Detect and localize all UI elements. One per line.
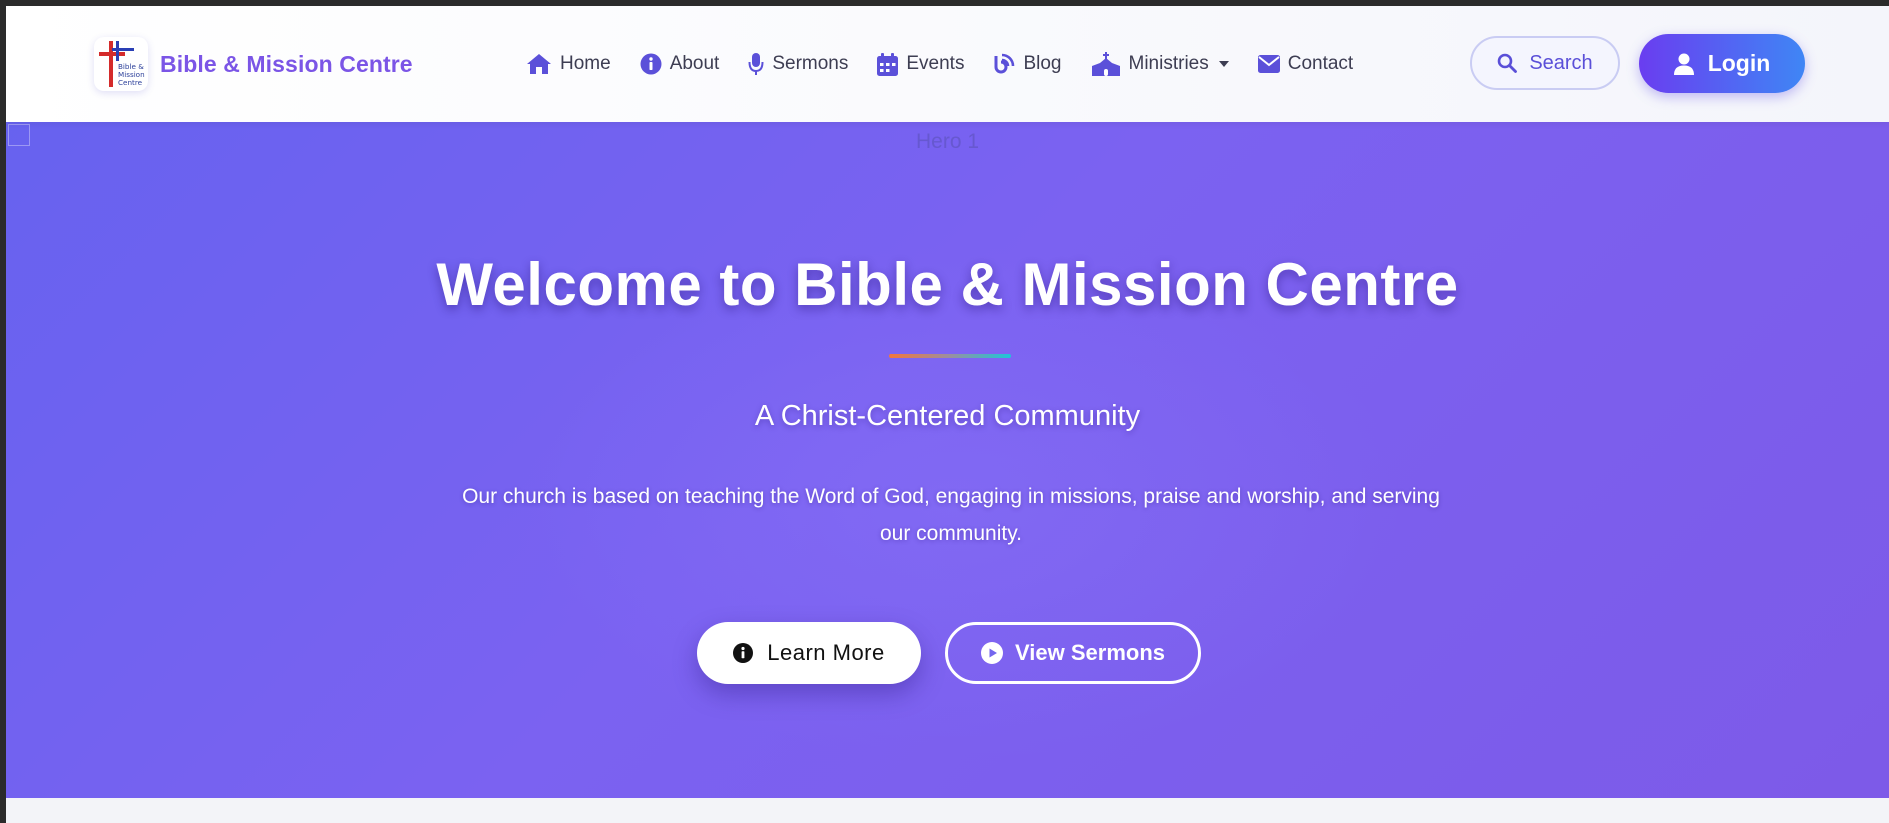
- play-circle-icon: [981, 642, 1003, 664]
- brand-link[interactable]: Bible & Mission Centre Bible & Mission C…: [94, 34, 413, 94]
- nav-item-blog[interactable]: Blog: [993, 53, 1062, 75]
- nav-label-about: About: [669, 53, 720, 74]
- nav-item-about[interactable]: About: [640, 53, 720, 75]
- brand-logo: Bible & Mission Centre: [94, 37, 148, 91]
- hero-section: Hero 1 Welcome to Bible & Mission Centre…: [6, 122, 1889, 798]
- hero-title: Welcome to Bible & Mission Centre: [436, 251, 1459, 318]
- nav-item-ministries[interactable]: Ministries: [1091, 52, 1229, 76]
- hero-divider: [889, 354, 1011, 358]
- nav-item-events[interactable]: Events: [877, 52, 965, 76]
- nav-label-sermons: Sermons: [772, 53, 849, 74]
- login-button[interactable]: Login: [1639, 34, 1805, 93]
- main-nav: Home About Sermons Events Blog Ministrie…: [526, 6, 1382, 122]
- info-circle-icon: [733, 643, 754, 663]
- hero-image-alt-text: Hero 1: [915, 130, 980, 153]
- navbar: Bible & Mission Centre Bible & Mission C…: [6, 6, 1889, 122]
- login-label: Login: [1707, 50, 1771, 76]
- nav-label-home: Home: [560, 53, 611, 74]
- nav-item-sermons[interactable]: Sermons: [748, 52, 848, 76]
- calendar-icon: [877, 52, 899, 76]
- learn-more-button[interactable]: Learn More: [697, 622, 921, 684]
- nav-item-home[interactable]: Home: [526, 52, 611, 76]
- hero-subtitle: A Christ-Centered Community: [754, 400, 1141, 432]
- view-sermons-button[interactable]: View Sermons: [945, 622, 1201, 684]
- search-button[interactable]: Search: [1470, 36, 1620, 90]
- view-sermons-label: View Sermons: [1015, 640, 1165, 665]
- microphone-icon: [748, 53, 764, 75]
- brand-name: Bible & Mission Centre: [160, 50, 413, 77]
- logo-line-3: Centre: [118, 78, 143, 87]
- search-label: Search: [1529, 51, 1593, 74]
- nav-label-blog: Blog: [1023, 53, 1062, 74]
- nav-label-contact: Contact: [1287, 53, 1354, 74]
- info-circle-icon: [640, 53, 662, 75]
- envelope-icon: [1257, 55, 1280, 73]
- cross-logo-icon: Bible & Mission Centre: [99, 41, 145, 87]
- nav-label-ministries: Ministries: [1128, 53, 1209, 74]
- user-icon: [1673, 53, 1694, 75]
- nav-item-contact[interactable]: Contact: [1257, 53, 1354, 75]
- hero-description: Our church is based on teaching the Word…: [462, 485, 1440, 545]
- search-icon: [1498, 53, 1518, 73]
- nav-label-events: Events: [906, 53, 965, 74]
- next-section-edge: [6, 798, 1889, 823]
- caret-down-icon: [1218, 61, 1229, 67]
- church-icon: [1091, 52, 1120, 76]
- blog-icon: [994, 53, 1015, 74]
- learn-more-label: Learn More: [767, 640, 885, 665]
- home-icon: [527, 54, 551, 74]
- browser-page: Bible & Mission Centre Bible & Mission C…: [6, 6, 1889, 823]
